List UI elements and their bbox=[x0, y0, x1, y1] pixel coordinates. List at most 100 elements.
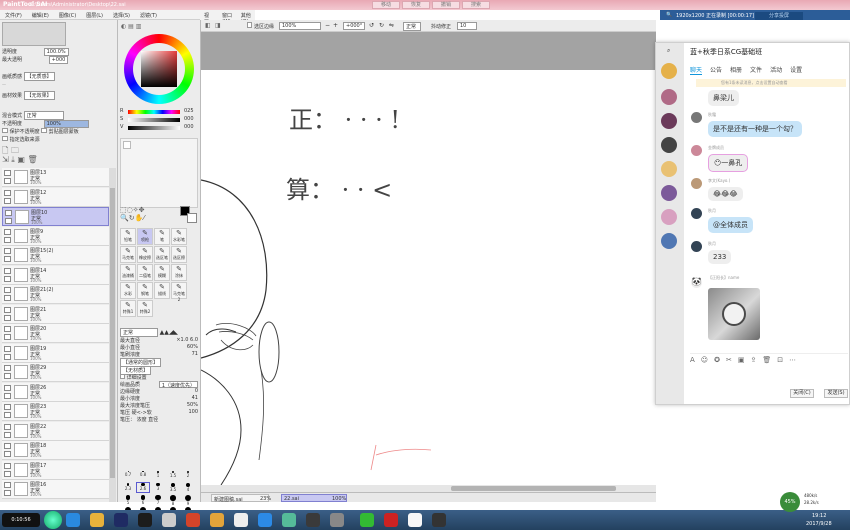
layer-row[interactable]: 图层16 正常 100% bbox=[2, 480, 109, 499]
redo-icon[interactable]: ◨ bbox=[215, 22, 221, 29]
brush-size-option[interactable]: 3 bbox=[151, 482, 165, 493]
visibility-toggle[interactable] bbox=[4, 365, 11, 371]
tool-button[interactable]: ✎ 油漆桶 bbox=[120, 264, 136, 281]
pressure-value[interactable]: 100 bbox=[188, 409, 198, 416]
menu-select[interactable]: 选择(S) bbox=[108, 10, 135, 19]
select-source-checkbox[interactable] bbox=[2, 136, 8, 141]
avatar[interactable] bbox=[691, 208, 702, 219]
network-speed-ball[interactable]: 45% bbox=[780, 492, 800, 512]
avatar[interactable] bbox=[691, 145, 702, 156]
zoom-value[interactable]: 100.0% bbox=[43, 48, 69, 56]
tool-button[interactable]: ✎ 笔 bbox=[154, 228, 170, 245]
brush-size-option[interactable]: 3.5 bbox=[166, 482, 180, 493]
layer-row[interactable]: 图层14 正常 100% bbox=[2, 265, 109, 285]
rotate-left-icon[interactable]: ↺ bbox=[369, 22, 374, 29]
min-size-value[interactable]: 60% bbox=[187, 344, 198, 351]
app-icon[interactable] bbox=[384, 513, 398, 527]
lock-toggle[interactable] bbox=[4, 470, 11, 477]
lock-toggle[interactable] bbox=[4, 314, 11, 321]
doc-tab-1[interactable]: 新建图稿.sai 23% bbox=[211, 494, 271, 503]
menu-other[interactable]: 其他(O) bbox=[237, 10, 255, 25]
color-wheel-icon[interactable]: ◐ bbox=[121, 23, 126, 30]
drawing-canvas[interactable]: 正： · · · ! 算： · · < bbox=[201, 70, 656, 485]
qq-icon[interactable] bbox=[210, 513, 224, 527]
scrollbar-thumb[interactable] bbox=[110, 188, 115, 478]
color-wheel[interactable] bbox=[124, 34, 194, 104]
avatar[interactable] bbox=[691, 178, 702, 189]
visibility-toggle[interactable] bbox=[4, 462, 11, 469]
effect-select[interactable]: 【无效果】 bbox=[23, 91, 55, 100]
rotate-right-icon[interactable]: ↻ bbox=[379, 22, 384, 29]
layer-row[interactable]: 图层9 正常 100% bbox=[2, 226, 109, 246]
edge-value[interactable]: 0 bbox=[195, 388, 198, 395]
search-icon[interactable]: ⌕ bbox=[667, 47, 670, 55]
upload-icon[interactable]: ⇪ bbox=[750, 356, 756, 364]
menu-filter[interactable]: 滤镜(T) bbox=[135, 10, 162, 19]
lock-toggle[interactable] bbox=[4, 412, 11, 418]
s-slider[interactable] bbox=[128, 118, 180, 122]
app-icon[interactable] bbox=[162, 513, 176, 527]
clock-time[interactable]: 19:12 bbox=[812, 513, 826, 519]
contact-avatar[interactable] bbox=[661, 63, 677, 79]
menu-window[interactable]: 窗口(W) bbox=[218, 10, 237, 25]
brush-size-option[interactable]: 1 bbox=[151, 470, 165, 481]
tool-button[interactable]: ✎ 选区擦 bbox=[171, 246, 187, 263]
brush-size-option[interactable]: 0.7 bbox=[121, 470, 135, 481]
visibility-toggle[interactable] bbox=[4, 482, 11, 488]
tab-move[interactable]: 移动 bbox=[372, 1, 400, 9]
app-icon[interactable] bbox=[138, 513, 152, 527]
lock-toggle[interactable] bbox=[4, 197, 11, 204]
layer-row[interactable]: 图层19 正常 100% bbox=[2, 343, 109, 363]
app-icon[interactable] bbox=[306, 513, 320, 527]
tool-button[interactable]: ✎ 钢笔 bbox=[137, 282, 153, 299]
max-pressure-value[interactable]: 50% bbox=[187, 402, 198, 409]
angle-select[interactable]: +000° bbox=[343, 22, 365, 30]
max-size-value[interactable]: ×1.0 6.0 bbox=[176, 337, 198, 344]
lock-toggle[interactable] bbox=[5, 218, 12, 224]
layer-row[interactable]: 图层15(2) 正常 100% bbox=[2, 246, 109, 265]
stabilizer-select[interactable]: 10 bbox=[457, 22, 477, 30]
lock-toggle[interactable] bbox=[4, 256, 11, 262]
clear-icon[interactable]: ▣ bbox=[17, 155, 25, 164]
opacity-slider[interactable]: 100% bbox=[43, 120, 89, 128]
layer-row[interactable]: 图层22 正常 100% bbox=[2, 421, 109, 441]
visibility-toggle[interactable] bbox=[5, 210, 12, 216]
app-icon[interactable] bbox=[258, 513, 272, 527]
brush-size-option[interactable]: 4 bbox=[181, 482, 195, 493]
layer-row[interactable]: 图层10 正常 100% bbox=[2, 207, 109, 226]
brush-size-option[interactable]: 8 bbox=[166, 494, 180, 506]
menu-image[interactable]: 图像(C) bbox=[54, 10, 81, 19]
tool-button[interactable]: ✎ 水彩 bbox=[120, 282, 136, 299]
ie-icon[interactable] bbox=[66, 513, 80, 527]
contact-avatar[interactable] bbox=[661, 137, 677, 153]
new-layer-icon[interactable]: 🗋 bbox=[2, 146, 8, 155]
rgb-slider-icon[interactable]: ▤ bbox=[128, 23, 134, 30]
dog-image-message[interactable] bbox=[708, 288, 760, 340]
visibility-toggle[interactable] bbox=[4, 443, 11, 449]
navigator-thumbnail[interactable] bbox=[2, 22, 66, 46]
tab-chat[interactable]: 聊天 bbox=[690, 65, 703, 75]
send-button[interactable]: 发送(S) bbox=[824, 389, 848, 398]
texture-select[interactable]: 【无质感】 bbox=[23, 72, 55, 81]
detail-checkbox[interactable] bbox=[120, 374, 125, 379]
h-value[interactable]: 025 bbox=[184, 108, 194, 114]
visibility-toggle[interactable] bbox=[4, 170, 11, 176]
layer-row[interactable]: 图层21(2) 正常 100% bbox=[2, 285, 109, 304]
explorer-icon[interactable] bbox=[90, 513, 104, 527]
tool-button[interactable]: ✎ 橡皮擦 bbox=[137, 246, 153, 263]
font-icon[interactable]: A bbox=[690, 356, 695, 364]
start-button[interactable] bbox=[44, 511, 62, 529]
lock-toggle[interactable] bbox=[4, 353, 11, 360]
avatar[interactable] bbox=[691, 241, 702, 252]
zoom-icon[interactable]: 🔍 bbox=[120, 214, 129, 222]
brush-size-option[interactable]: 2.6 bbox=[136, 482, 150, 493]
tab-notice[interactable]: 公告 bbox=[710, 65, 722, 75]
lock-toggle[interactable] bbox=[4, 431, 11, 438]
tab-album[interactable]: 相册 bbox=[730, 65, 742, 75]
photoshop-icon[interactable] bbox=[114, 513, 128, 527]
avatar[interactable]: 🐼 bbox=[691, 277, 702, 288]
tab-files[interactable]: 文件 bbox=[750, 65, 762, 75]
more-icon[interactable]: ⋯ bbox=[789, 356, 796, 364]
app-icon[interactable] bbox=[330, 513, 344, 527]
brush-size-option[interactable]: 2.3 bbox=[121, 482, 135, 493]
